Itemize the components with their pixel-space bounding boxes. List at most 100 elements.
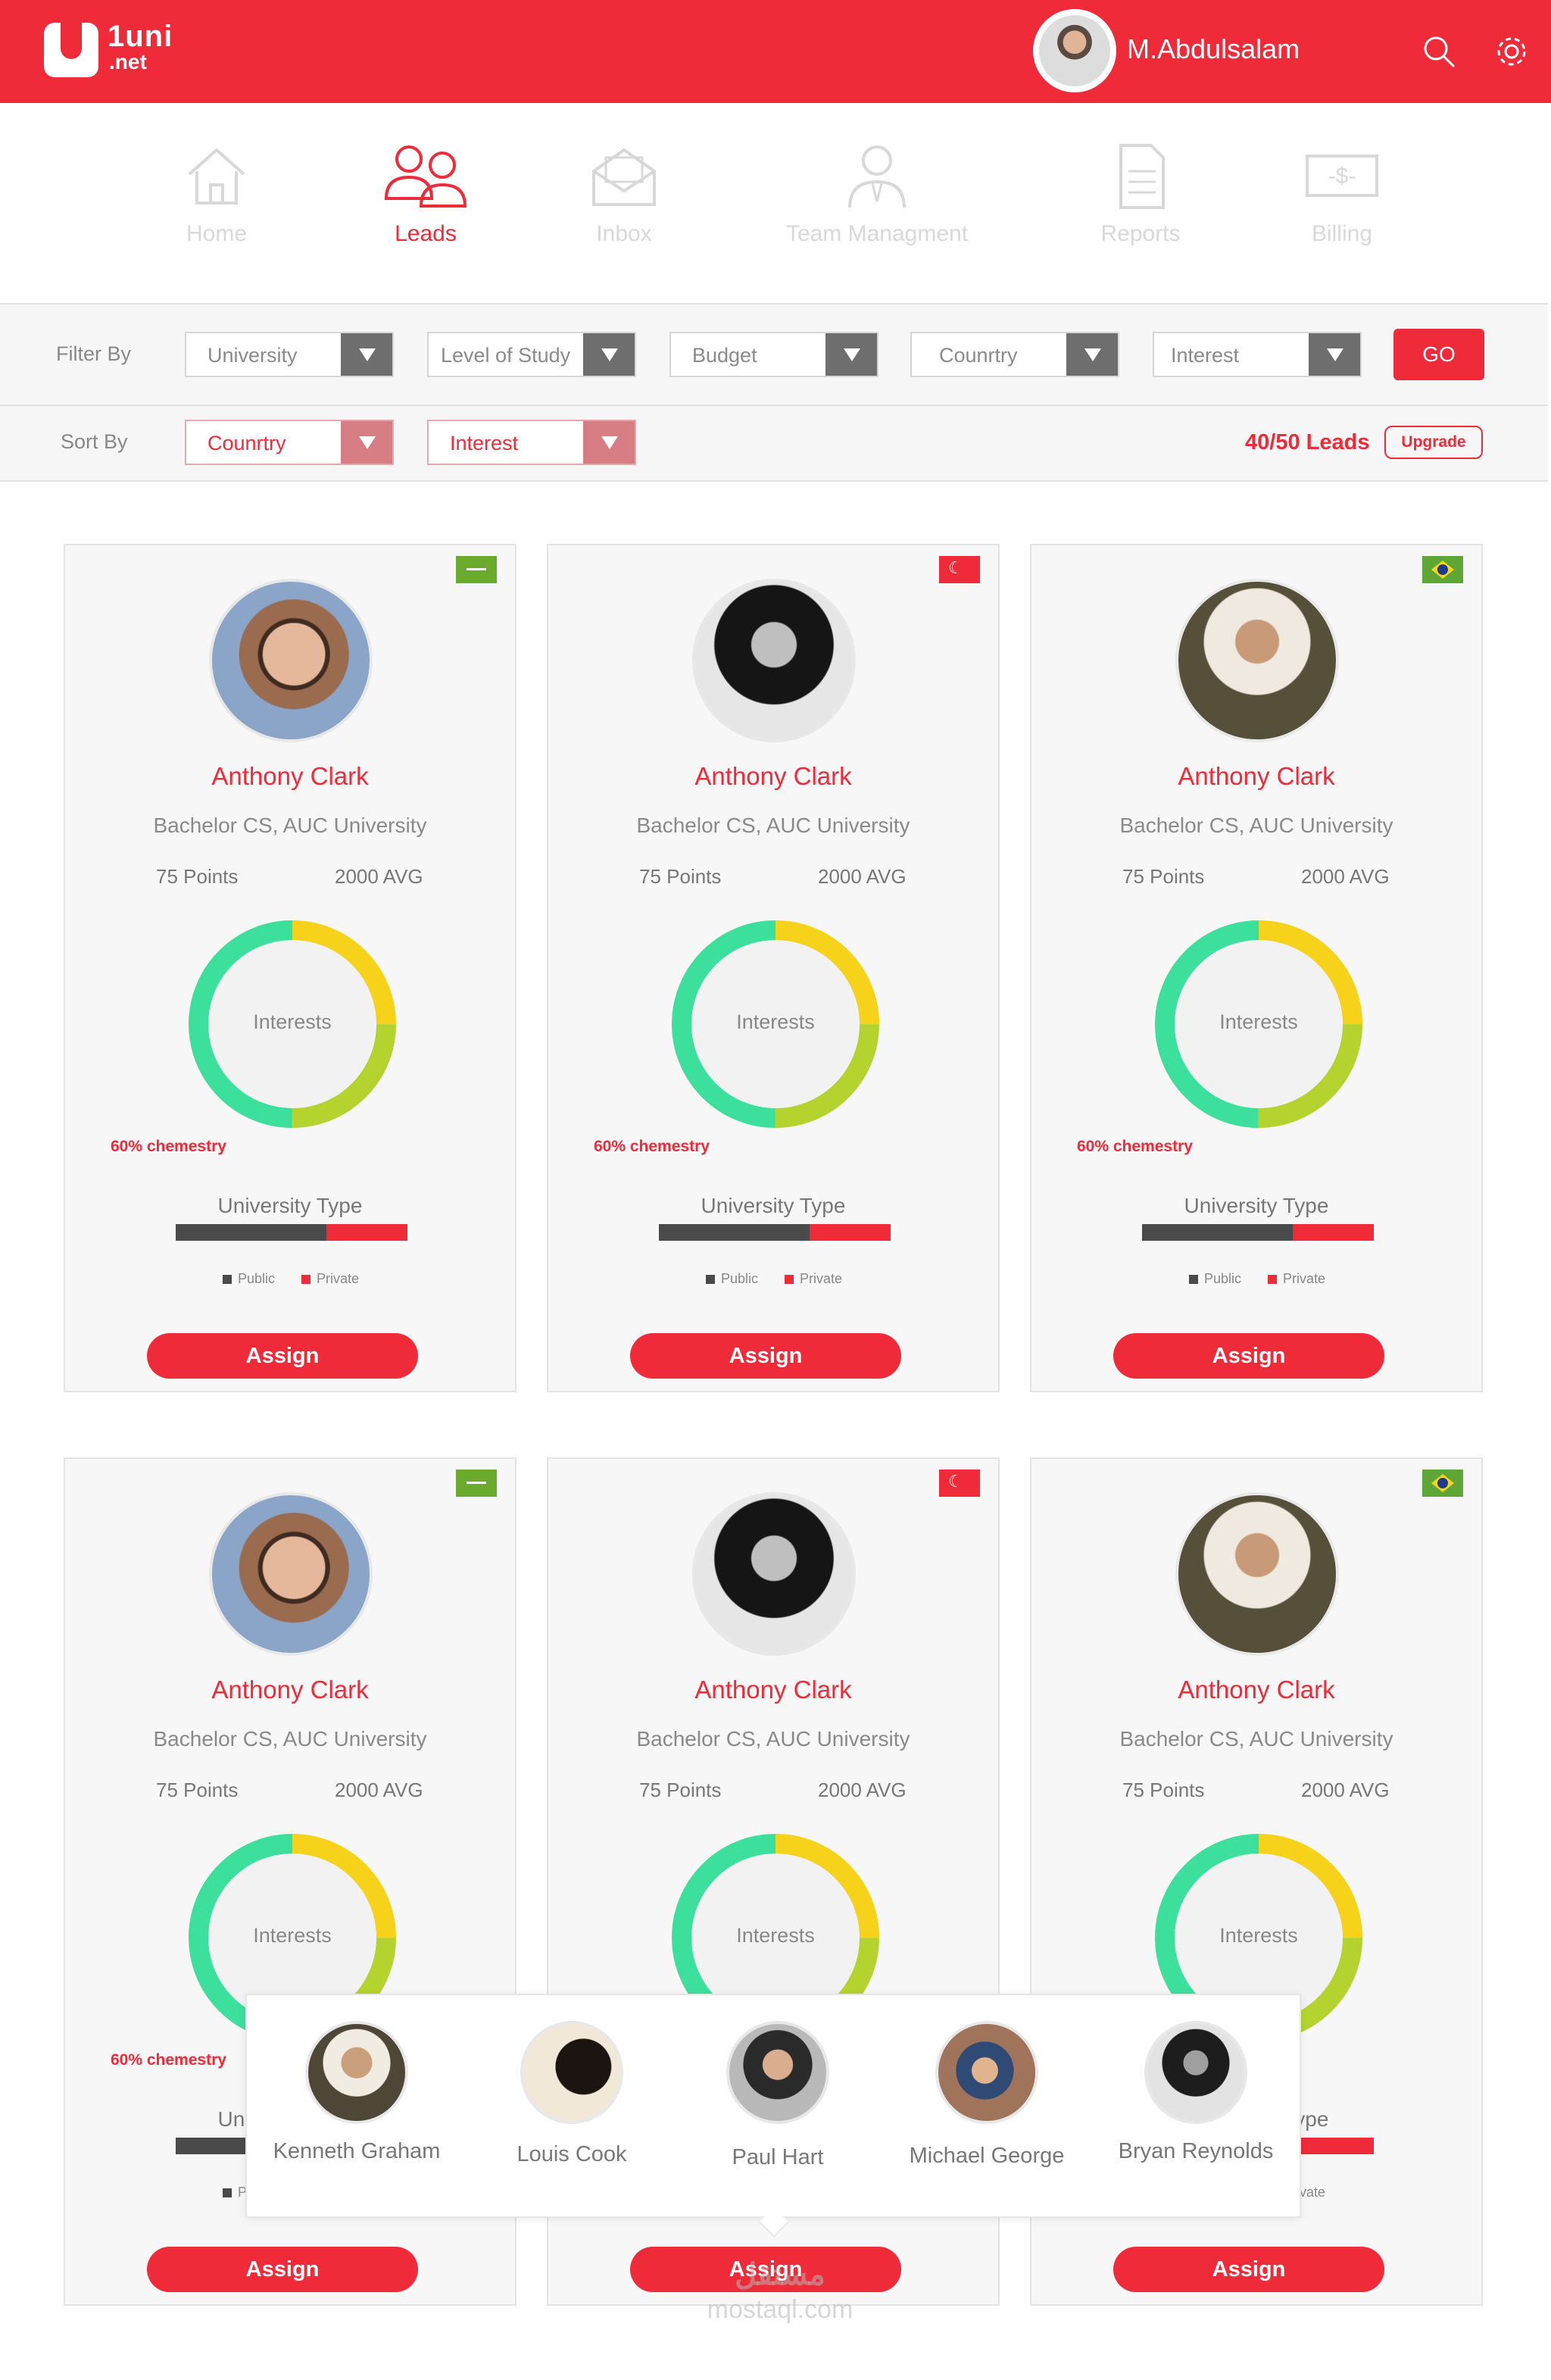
lead-name[interactable]: Anthony Clark [548, 762, 998, 791]
upgrade-button[interactable]: Upgrade [1384, 426, 1483, 459]
assign-button[interactable]: Assign [147, 1333, 418, 1379]
country-flag-icon [939, 1470, 980, 1497]
assignee-option[interactable]: Paul Hart [676, 2021, 880, 2170]
legend-public: Public [706, 1271, 758, 1287]
assignee-option[interactable]: Michael George [885, 2021, 1089, 2169]
country-flag-icon [939, 556, 980, 583]
public-fill [176, 1224, 326, 1241]
lead-degree: Bachelor CS, AUC University [636, 1727, 910, 1751]
nav-inbox[interactable]: Inbox [526, 141, 722, 270]
avatar [726, 2021, 829, 2124]
interest-select[interactable]: Interest [1153, 332, 1362, 377]
country-flag-icon [1422, 556, 1463, 583]
nav-inbox-label: Inbox [596, 221, 652, 246]
public-fill [659, 1224, 810, 1241]
nav-team-label: Team Managment [785, 221, 969, 246]
interests-label: Interests [736, 1924, 815, 1947]
lead-name[interactable]: Anthony Clark [1031, 1676, 1481, 1704]
assign-popup: Kenneth Graham Louis Cook Paul Hart Mich… [245, 1994, 1301, 2218]
chemistry-label: 60% chemestry [111, 1138, 226, 1155]
legend-public: Public [1189, 1271, 1241, 1287]
chevron-down-icon [1309, 333, 1360, 376]
nav-reports-label: Reports [1100, 221, 1181, 246]
watermark-url: mostaql.com [707, 2295, 854, 2324]
sort-country-select[interactable]: Counrtry [185, 420, 394, 465]
assign-button[interactable]: Assign [147, 2247, 418, 2292]
lead-photo[interactable] [209, 579, 373, 742]
nav-reports[interactable]: Reports [1042, 141, 1239, 270]
lead-photo[interactable] [692, 579, 856, 742]
filter-divider [0, 404, 1548, 406]
lead-degree: Bachelor CS, AUC University [153, 1727, 427, 1751]
lead-name[interactable]: Anthony Clark [548, 1676, 998, 1704]
chemistry-label: 60% chemestry [111, 2051, 226, 2069]
leads-count: 40/50 Leads [1245, 430, 1370, 454]
assignee-option[interactable]: Louis Cook [470, 2021, 674, 2167]
sort-interest-select[interactable]: Interest [427, 420, 636, 465]
assignee-option[interactable]: Kenneth Graham [254, 2021, 459, 2164]
lead-name[interactable]: Anthony Clark [65, 1676, 515, 1704]
lead-degree: Bachelor CS, AUC University [636, 814, 910, 837]
lead-points: 75 Points [156, 1779, 239, 1801]
lead-photo[interactable] [1175, 579, 1339, 742]
filter-by-label: Filter By [56, 342, 132, 365]
budget-select[interactable]: Budget [669, 332, 878, 377]
avatar [305, 2021, 408, 2124]
search-icon[interactable] [1421, 33, 1457, 70]
nav-billing[interactable]: -$- Billing [1244, 141, 1440, 270]
university-type-label: University Type [701, 1194, 846, 1217]
chevron-down-icon [583, 421, 635, 464]
lead-degree: Bachelor CS, AUC University [1119, 814, 1393, 837]
assign-button[interactable]: Assign [1113, 1333, 1384, 1379]
country-flag-icon [456, 1470, 497, 1497]
interests-label: Interests [253, 1924, 332, 1947]
assignee-option[interactable]: Bryan Reynolds [1094, 2021, 1298, 2164]
university-type-label: University Type [217, 1194, 363, 1217]
top-bar: 1uni .net M.Abdulsalam [0, 0, 1551, 103]
public-fill [1142, 1224, 1293, 1241]
lead-name[interactable]: Anthony Clark [1031, 762, 1481, 791]
country-select[interactable]: Counrtry [910, 332, 1119, 377]
lead-points: 75 Points [1122, 1779, 1205, 1801]
nav-home-label: Home [186, 221, 248, 246]
university-type-bar [659, 1224, 891, 1241]
go-button[interactable]: GO [1393, 329, 1484, 380]
lead-photo[interactable] [1175, 1492, 1339, 1656]
nav-leads[interactable]: Leads [327, 141, 524, 270]
lead-avg: 2000 AVG [335, 865, 423, 888]
user-avatar[interactable] [1033, 9, 1116, 92]
chevron-down-icon [1066, 333, 1118, 376]
nav-home[interactable]: Home [118, 141, 315, 270]
team-icon [848, 145, 906, 208]
lead-photo[interactable] [692, 1492, 856, 1656]
assign-button[interactable]: Assign [1113, 2247, 1384, 2292]
logo-icon[interactable] [44, 23, 98, 77]
avatar [935, 2021, 1038, 2124]
avatar [1144, 2021, 1247, 2124]
lead-card: Anthony Clark Bachelor CS, AUC Universit… [1030, 544, 1483, 1392]
nav-billing-label: Billing [1311, 221, 1373, 246]
interests-label: Interests [736, 1010, 815, 1033]
lead-degree: Bachelor CS, AUC University [1119, 1727, 1393, 1751]
lead-avg: 2000 AVG [818, 1779, 907, 1801]
leads-icon [384, 145, 467, 208]
lead-avg: 2000 AVG [1301, 865, 1390, 888]
interests-label: Interests [1219, 1924, 1298, 1947]
watermark: مستقل [735, 2258, 825, 2291]
lead-points: 75 Points [1122, 865, 1205, 888]
nav-team[interactable]: Team Managment [779, 141, 975, 270]
user-name[interactable]: M.Abdulsalam [1127, 33, 1300, 65]
interests-label: Interests [253, 1010, 332, 1033]
lead-points: 75 Points [639, 1779, 722, 1801]
chevron-down-icon [341, 333, 392, 376]
lead-name[interactable]: Anthony Clark [65, 762, 515, 791]
lead-photo[interactable] [209, 1492, 373, 1656]
inbox-icon [592, 148, 656, 206]
gear-icon[interactable] [1493, 33, 1530, 70]
level-of-study-select[interactable]: Level of Study [427, 332, 636, 377]
university-select[interactable]: University [185, 332, 394, 377]
assign-button[interactable]: Assign [630, 1333, 901, 1379]
lead-points: 75 Points [639, 865, 722, 888]
chevron-down-icon [341, 421, 392, 464]
lead-points: 75 Points [156, 865, 239, 888]
